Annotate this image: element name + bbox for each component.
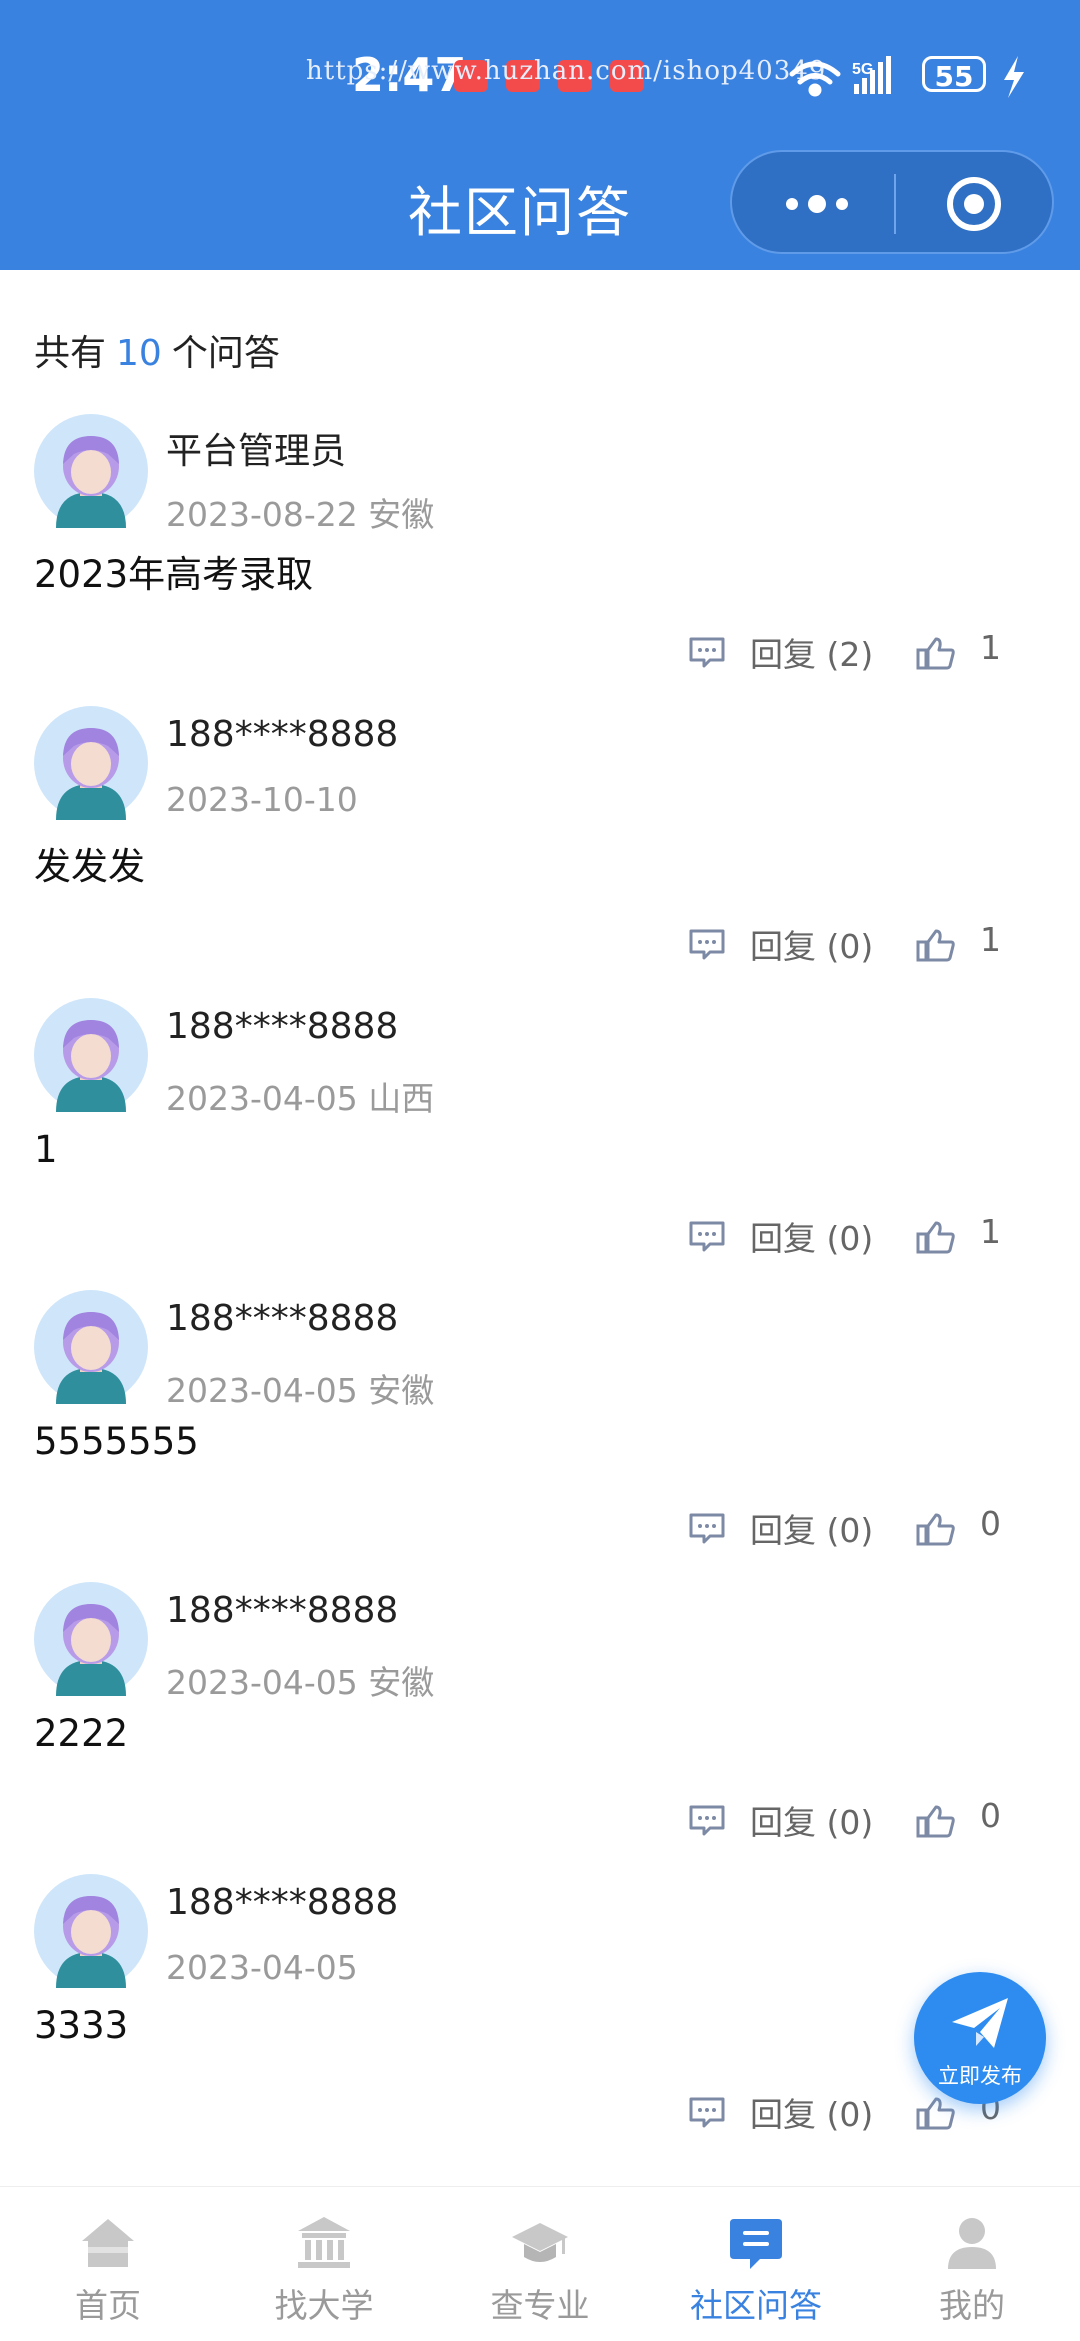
post-content: 2023年高考录取: [34, 553, 314, 596]
list-item[interactable]: 平台管理员 2023-08-22 安徽 2023年高考录取回复 (2) 1: [0, 414, 1080, 706]
reply-button[interactable]: 回复 (2): [750, 628, 873, 676]
header: 2:47 https://www.huzhan.com/ishop40349 5…: [0, 0, 1080, 270]
reply-button[interactable]: 回复 (0): [750, 920, 873, 968]
tab-university[interactable]: 找大学: [216, 2187, 432, 2341]
post-username: 188****8888: [166, 1882, 399, 1923]
tab-major-label: 查专业: [490, 2286, 590, 2325]
tab-community-qa-label: 社区问答: [690, 2286, 822, 2325]
thumbs-up-icon[interactable]: [916, 636, 956, 670]
reply-button[interactable]: 回复 (0): [750, 1796, 873, 1844]
list-item[interactable]: 188****8888 2023-10-10 发发发回复 (0) 1: [0, 706, 1080, 998]
post-date: 2023-08-22: [166, 495, 358, 534]
qa-count-number: 10: [116, 333, 162, 374]
charging-icon: [1004, 56, 1024, 98]
post-meta: 2023-04-05: [166, 1948, 358, 1987]
thumbs-up-icon[interactable]: [916, 2096, 956, 2130]
avatar: [34, 1874, 148, 1988]
tab-home-label: 首页: [75, 2286, 141, 2325]
capsule-divider: [894, 174, 896, 234]
post-content: 发发发: [34, 845, 145, 888]
home-icon: [82, 2219, 134, 2267]
tab-mine-label: 我的: [939, 2286, 1005, 2325]
reply-button[interactable]: 回复 (0): [750, 2088, 873, 2136]
thumbs-up-icon[interactable]: [916, 1804, 956, 1838]
post-date: 2023-04-05: [166, 1371, 358, 1410]
publish-button-label: 立即发布: [938, 2064, 1022, 2088]
post-meta: 2023-04-05 安徽: [166, 1656, 434, 1704]
avatar: [34, 414, 148, 528]
comment-icon[interactable]: [688, 928, 726, 960]
avatar: [34, 1582, 148, 1696]
tab-university-label: 找大学: [274, 2286, 374, 2325]
tab-home[interactable]: 首页: [0, 2187, 216, 2341]
list-item[interactable]: 188****8888 2023-04-05 山西 1 回复 (0) 1: [0, 998, 1080, 1290]
tab-mine[interactable]: 我的: [864, 2187, 1080, 2341]
publish-button[interactable]: 立即发布: [914, 1972, 1046, 2104]
list-item[interactable]: 188****8888 2023-04-05 安徽 5555555 回复 (0) 0: [0, 1290, 1080, 1582]
wifi-icon: [789, 61, 841, 97]
avatar: [34, 998, 148, 1112]
reply-button[interactable]: 回复 (0): [750, 1212, 873, 1260]
post-meta: 2023-04-05 安徽: [166, 1364, 434, 1412]
post-username: 188****8888: [166, 1006, 399, 1047]
post-region: 安徽: [368, 1371, 435, 1410]
reply-button[interactable]: 回复 (0): [750, 1504, 873, 1552]
post-username: 188****8888: [166, 1298, 399, 1339]
post-username: 188****8888: [166, 1590, 399, 1631]
chat-icon: [730, 2219, 782, 2269]
post-content: 1: [34, 1128, 58, 1171]
comment-icon[interactable]: [688, 1804, 726, 1836]
post-meta: 2023-10-10: [166, 780, 358, 819]
tab-bar: 首页 找大学 查专业 社区问答 我的: [0, 2186, 1080, 2341]
post-content: 5555555: [34, 1420, 199, 1463]
list-item-partial: [0, 2176, 1080, 2186]
like-count: 1: [980, 920, 1001, 959]
tab-major[interactable]: 查专业: [432, 2187, 648, 2341]
status-bar: 2:47 https://www.huzhan.com/ishop40349 5…: [0, 0, 1080, 140]
close-miniprogram-icon[interactable]: [946, 176, 1002, 232]
post-meta: 2023-08-22 安徽: [166, 488, 434, 536]
comment-icon[interactable]: [688, 1512, 726, 1544]
user-icon: [948, 2218, 996, 2269]
battery-indicator: 55: [922, 56, 986, 93]
comment-icon[interactable]: [688, 1220, 726, 1252]
post-date: 2023-04-05: [166, 1663, 358, 1702]
qa-count-suffix: 个问答: [171, 333, 280, 374]
more-icon[interactable]: [782, 182, 852, 226]
comment-icon[interactable]: [688, 2096, 726, 2128]
thumbs-up-icon[interactable]: [916, 1512, 956, 1546]
miniprogram-capsule: [730, 150, 1054, 254]
post-meta: 2023-04-05 山西: [166, 1072, 434, 1120]
signal-icon: 5G: [852, 56, 891, 94]
paper-plane-icon: [952, 1998, 1008, 2048]
tab-community-qa[interactable]: 社区问答: [648, 2187, 864, 2341]
like-count: 0: [980, 1796, 1001, 1835]
qa-count-prefix: 共有: [34, 333, 107, 374]
post-username: 188****8888: [166, 714, 399, 755]
page-title-text: 社区问答: [408, 181, 632, 244]
qa-count: 共有 10 个问答: [34, 324, 280, 376]
post-region: 安徽: [368, 1663, 435, 1702]
thumbs-up-icon[interactable]: [916, 928, 956, 962]
like-count: 1: [980, 1212, 1001, 1251]
post-content: 2222: [34, 1712, 129, 1755]
post-content: 3333: [34, 2004, 129, 2047]
post-region: 山西: [368, 1079, 435, 1118]
like-count: 1: [980, 628, 1001, 667]
graduation-cap-icon: [512, 2223, 568, 2262]
post-date: 2023-04-05: [166, 1948, 358, 1987]
thumbs-up-icon[interactable]: [916, 1220, 956, 1254]
comment-icon[interactable]: [688, 636, 726, 668]
post-region: 安徽: [368, 495, 435, 534]
like-count: 0: [980, 1504, 1001, 1543]
post-username: 平台管理员: [166, 431, 347, 472]
list-item[interactable]: 188****8888 2023-04-05 安徽 2222 回复 (0) 0: [0, 1582, 1080, 1874]
post-date: 2023-04-05: [166, 1079, 358, 1118]
university-icon: [298, 2217, 350, 2268]
avatar: [34, 706, 148, 820]
post-date: 2023-10-10: [166, 780, 358, 819]
avatar: [34, 1290, 148, 1404]
